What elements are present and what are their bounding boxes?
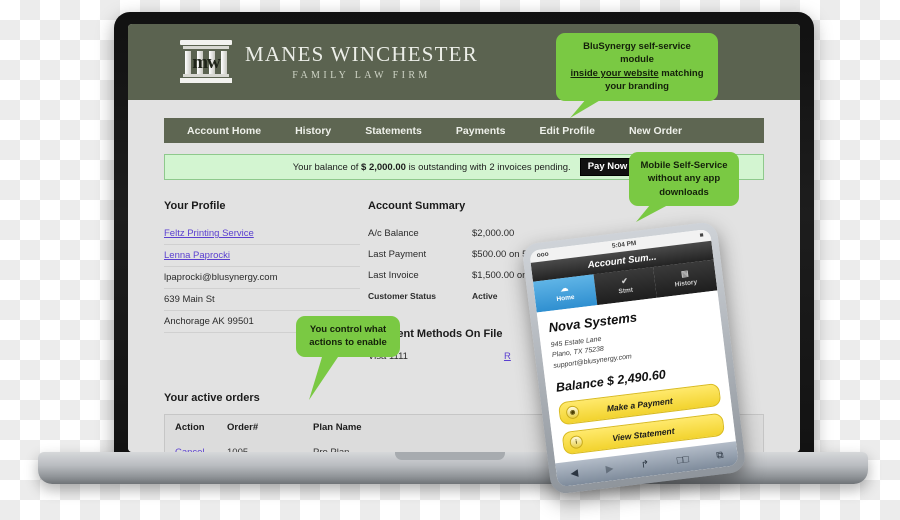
balance-amount: $ 2,000.00 (361, 161, 406, 173)
share-icon[interactable]: ↱ (640, 459, 650, 471)
summary-label-balance: A/c Balance (368, 228, 419, 239)
callout-branding-line2-rest: matching (658, 67, 704, 79)
callout-branding-underline: inside your website (570, 67, 659, 79)
summary-value-last-invoice: $1,500.00 on (472, 270, 528, 281)
bookmarks-icon[interactable]: □□ (676, 454, 689, 466)
tab-payments[interactable]: Payments (439, 125, 523, 137)
callout-branding-line2: inside your website matching (565, 67, 709, 80)
profile-company-link[interactable]: Feltz Printing Service (164, 228, 254, 239)
phone-tab-home-label: Home (556, 293, 575, 303)
callout-mobile-line1: Mobile Self-Service (640, 160, 728, 171)
make-a-payment-label: Make a Payment (606, 395, 674, 414)
back-icon[interactable]: ◀ (570, 467, 579, 479)
phone-clock: 5:04 PM (611, 240, 637, 251)
phone-screen: ooo 5:04 PM ■ Account Sum... ☁ Home ✔ St… (529, 228, 739, 488)
callout-branding: BluSynergy self-service module inside yo… (556, 33, 718, 101)
profile-company-row: Feltz Printing Service (164, 223, 360, 245)
profile-contact-link[interactable]: Lenna Paprocki (164, 250, 230, 261)
brand-tagline: FAMILY LAW FIRM (292, 69, 431, 81)
orders-col-order-no: Order# (227, 422, 259, 433)
check-icon: ✔ (620, 276, 629, 286)
callout-actions-line1: You control what (309, 324, 387, 335)
tab-account-home[interactable]: Account Home (170, 125, 278, 137)
laptop-mockup: mw MANES WINCHESTER FAMILY LAW FIRM HOME… (0, 0, 900, 520)
home-icon: ☁ (559, 283, 569, 294)
forward-icon[interactable]: ▶ (605, 463, 614, 475)
laptop-base-notch (395, 452, 505, 460)
portal-tab-bar: Account Home History Statements Payments… (164, 118, 764, 143)
profile-email: lpaprocki@blusynergy.com (164, 267, 360, 289)
phone-battery-icon: ■ (699, 232, 705, 240)
balance-prefix: Your balance of (292, 161, 359, 173)
profile-street: 639 Main St (164, 289, 360, 311)
callout-actions-line2: actions to enable (309, 337, 387, 349)
summary-label-customer-status: Customer Status (368, 291, 437, 301)
phone-content: Nova Systems 945 Estate Lane Plano, TX 7… (536, 290, 736, 464)
phone-signal-icon: ooo (536, 251, 550, 260)
logo-monogram: mw (192, 52, 221, 73)
phone-tab-stmt-label: Stmt (618, 286, 634, 296)
balance-banner-text: Your balance of $ 2,000.00 is outstandin… (293, 162, 571, 173)
callout-branding-line3: your branding (605, 81, 669, 93)
brand-name: MANES WINCHESTER (245, 42, 478, 67)
summary-value-balance: $2,000.00 (472, 228, 515, 239)
balance-suffix: is outstanding with 2 invoices pending. (408, 161, 571, 173)
tab-statements[interactable]: Statements (348, 125, 439, 137)
summary-label-last-invoice: Last Invoice (368, 270, 419, 281)
cancel-order-link[interactable]: Cancel Order (175, 447, 205, 452)
payment-method-remove-link[interactable]: R (504, 351, 511, 362)
view-statement-label: View Statement (611, 425, 675, 444)
orders-col-action: Action (175, 422, 205, 433)
profile-contact-row: Lenna Paprocki (164, 245, 360, 267)
phone-tab-history-label: History (674, 278, 698, 289)
columns-logo-icon: mw (180, 40, 232, 84)
list-icon: ▤ (680, 268, 690, 279)
site-logo[interactable]: mw MANES WINCHESTER FAMILY LAW FIRM (180, 40, 478, 84)
pay-now-button[interactable]: Pay Now (579, 158, 636, 176)
callout-actions: You control what actions to enable (296, 316, 400, 357)
summary-value-customer-status: Active (472, 291, 498, 301)
orders-cell-action: Cancel Order (175, 447, 227, 452)
callout-mobile-line3: downloads (659, 186, 709, 198)
callout-branding-line1: BluSynergy self-service module (583, 41, 691, 66)
callout-mobile-line2: without any app (647, 173, 721, 185)
tab-new-order[interactable]: New Order (612, 125, 699, 137)
tabs-icon[interactable]: ⧉ (716, 450, 724, 462)
profile-heading: Your Profile (164, 200, 226, 212)
callout-mobile: Mobile Self-Service without any app down… (629, 152, 739, 207)
mobile-phone-mockup: ooo 5:04 PM ■ Account Sum... ☁ Home ✔ St… (521, 220, 747, 496)
summary-label-last-payment: Last Payment (368, 249, 427, 260)
orders-cell-order-no: 1005 (227, 447, 313, 452)
tab-history[interactable]: History (278, 125, 348, 137)
tab-edit-profile[interactable]: Edit Profile (523, 125, 612, 137)
